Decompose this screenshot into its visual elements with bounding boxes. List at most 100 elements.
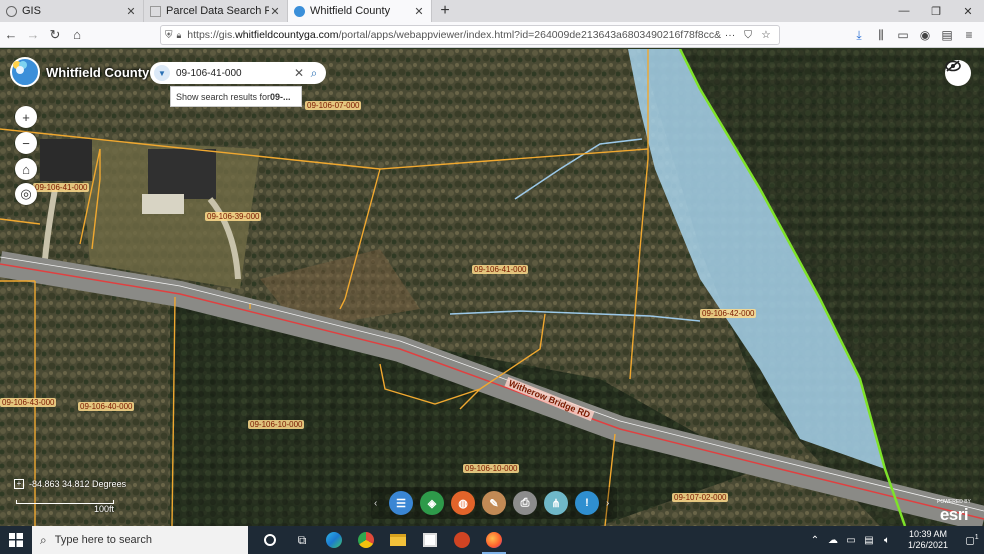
- print-tool-button[interactable]: ⎙: [513, 491, 537, 515]
- browser-toolbar-right: ⤓ ⫼ ▭ ◉ ▤ ≡: [848, 24, 980, 46]
- tab-parcel-search[interactable]: Parcel Data Search Results Page ✕: [144, 0, 288, 22]
- house-roof: [148, 149, 216, 199]
- onedrive-icon[interactable]: ☁: [824, 535, 842, 546]
- parcel-label: 09-106-07-000: [305, 101, 361, 110]
- tab-label: Whitfield County: [310, 5, 413, 17]
- taskbar-search-placeholder: Type here to search: [55, 534, 152, 546]
- firefox-icon[interactable]: [478, 526, 510, 554]
- search-suggestion[interactable]: Show search results for 09-...: [170, 86, 302, 107]
- app-logo-icon: [10, 57, 40, 87]
- globe-icon: [6, 6, 17, 17]
- tab-label: GIS: [22, 5, 125, 17]
- taskbar-apps: ⧉: [254, 526, 510, 554]
- about-tool-button[interactable]: !: [575, 491, 599, 515]
- clear-search-icon[interactable]: ✕: [292, 66, 306, 80]
- page-icon: [150, 6, 161, 17]
- measure-tool-button[interactable]: ✎: [482, 491, 506, 515]
- esri-logo: esri: [937, 505, 971, 525]
- browser-tab-bar: GIS ✕ Parcel Data Search Results Page ✕ …: [0, 0, 984, 22]
- zoom-in-button[interactable]: +: [15, 106, 37, 128]
- tab-gis[interactable]: GIS ✕: [0, 0, 144, 22]
- tab-whitfield-county[interactable]: Whitfield County ✕: [288, 0, 432, 22]
- close-window-icon[interactable]: ✕: [952, 0, 984, 22]
- powerpoint-icon[interactable]: [446, 526, 478, 554]
- library-icon[interactable]: ⫼: [870, 24, 892, 46]
- reader-icon[interactable]: ▤: [936, 24, 958, 46]
- lock-icon[interactable]: 🔒︎: [177, 30, 182, 41]
- house-wall: [142, 194, 184, 214]
- bookmark-star-icon[interactable]: ☆: [757, 29, 775, 41]
- parcel-label: 09-106-41-000: [472, 265, 528, 274]
- home-icon[interactable]: ⌂: [66, 24, 88, 46]
- parcel-label: 09-106-41-000: [33, 183, 89, 192]
- edge-icon[interactable]: [318, 526, 350, 554]
- notifications-icon[interactable]: ▢1: [960, 534, 984, 546]
- task-view-icon[interactable]: ⧉: [286, 526, 318, 554]
- app-favicon-icon: [294, 6, 305, 17]
- downloads-icon[interactable]: ⤓: [848, 24, 870, 46]
- file-explorer-icon[interactable]: [382, 526, 414, 554]
- sidebar-icon[interactable]: ▭: [892, 24, 914, 46]
- toggle-visibility-button[interactable]: [945, 60, 971, 86]
- shield-icon[interactable]: ⛨: [165, 30, 173, 41]
- cortana-icon[interactable]: [254, 526, 286, 554]
- page-actions-icon[interactable]: ···: [721, 29, 739, 41]
- tray-overflow-icon[interactable]: ⌃: [806, 535, 824, 546]
- my-location-button[interactable]: ◎: [15, 183, 37, 205]
- toolbar-next-icon[interactable]: ›: [606, 498, 614, 509]
- new-tab-button[interactable]: +: [432, 0, 458, 22]
- home-extent-button[interactable]: ⌂: [15, 158, 37, 180]
- parcel-label: 09-106-39-000: [205, 212, 261, 221]
- windows-start-icon[interactable]: [0, 526, 32, 554]
- search-box: ▼ ✕ ⌕: [150, 62, 326, 84]
- widget-toolbar: ‹ ☰ ◈ ◍ ✎ ⎙ ⋔ ! ›: [371, 487, 617, 519]
- taskbar-search-box[interactable]: ⌕ Type here to search: [32, 526, 248, 554]
- store-icon[interactable]: [414, 526, 446, 554]
- app-title: Whitfield County: [46, 65, 149, 80]
- share-tool-button[interactable]: ⋔: [544, 491, 568, 515]
- clock[interactable]: 10:39 AM 1/26/2021: [896, 529, 960, 551]
- layers-tool-button[interactable]: ◈: [420, 491, 444, 515]
- battery-icon[interactable]: ▭: [842, 535, 860, 546]
- basemap-tool-button[interactable]: ◍: [451, 491, 475, 515]
- parcel-label: 09-106-40-000: [78, 402, 134, 411]
- search-source-dropdown[interactable]: ▼: [154, 65, 170, 81]
- tab-label: Parcel Data Search Results Page: [166, 5, 269, 17]
- search-icon: ⌕: [40, 533, 47, 548]
- minimize-icon[interactable]: —: [888, 0, 920, 22]
- chrome-icon[interactable]: [350, 526, 382, 554]
- parcel-label: 09-106-43-000: [0, 398, 56, 407]
- reload-icon[interactable]: ↻: [44, 24, 66, 46]
- url-bar[interactable]: ⛨ 🔒︎ https://gis.whitfieldcountyga.com/p…: [160, 25, 780, 45]
- menu-icon[interactable]: ≡: [958, 24, 980, 46]
- volume-icon[interactable]: 🔈︎: [878, 535, 896, 546]
- network-icon[interactable]: ▤: [860, 535, 878, 546]
- parcel-label: 09-106-10-000: [248, 420, 304, 429]
- pocket-icon[interactable]: ⛉: [739, 29, 757, 42]
- coordinate-text: -84.863 34.812 Degrees: [29, 479, 126, 489]
- parcel-label: 09-106-42-000: [700, 309, 756, 318]
- close-tab-icon[interactable]: ✕: [269, 5, 281, 18]
- crosshair-icon[interactable]: +: [14, 479, 24, 489]
- back-icon[interactable]: ←: [0, 24, 22, 46]
- esri-attribution: POWERED BY esri: [937, 499, 971, 525]
- toolbar-prev-icon[interactable]: ‹: [374, 498, 382, 509]
- forward-icon[interactable]: →: [22, 24, 44, 46]
- aerial-imagery: [0, 49, 984, 526]
- account-icon[interactable]: ◉: [914, 24, 936, 46]
- window-controls: — ❐ ✕: [888, 0, 984, 22]
- search-input[interactable]: [176, 68, 292, 79]
- close-tab-icon[interactable]: ✕: [413, 5, 425, 18]
- eye-slash-icon: [945, 60, 961, 72]
- close-tab-icon[interactable]: ✕: [125, 5, 137, 18]
- legend-tool-button[interactable]: ☰: [389, 491, 413, 515]
- scale-label: 100ft: [16, 504, 114, 514]
- system-tray: ⌃ ☁ ▭ ▤ 🔈︎ 10:39 AM 1/26/2021 ▢1: [806, 526, 984, 554]
- restore-icon[interactable]: ❐: [920, 0, 952, 22]
- parcel-label: 09-106-10-000: [463, 464, 519, 473]
- zoom-out-button[interactable]: −: [15, 132, 37, 154]
- search-icon[interactable]: ⌕: [306, 66, 322, 81]
- coordinate-readout: + -84.863 34.812 Degrees: [14, 479, 126, 489]
- url-text[interactable]: https://gis.whitfieldcountyga.com/portal…: [187, 29, 721, 41]
- map-view[interactable]: 09-106-07-000 09-106-39-000 09-106-41-00…: [0, 49, 984, 526]
